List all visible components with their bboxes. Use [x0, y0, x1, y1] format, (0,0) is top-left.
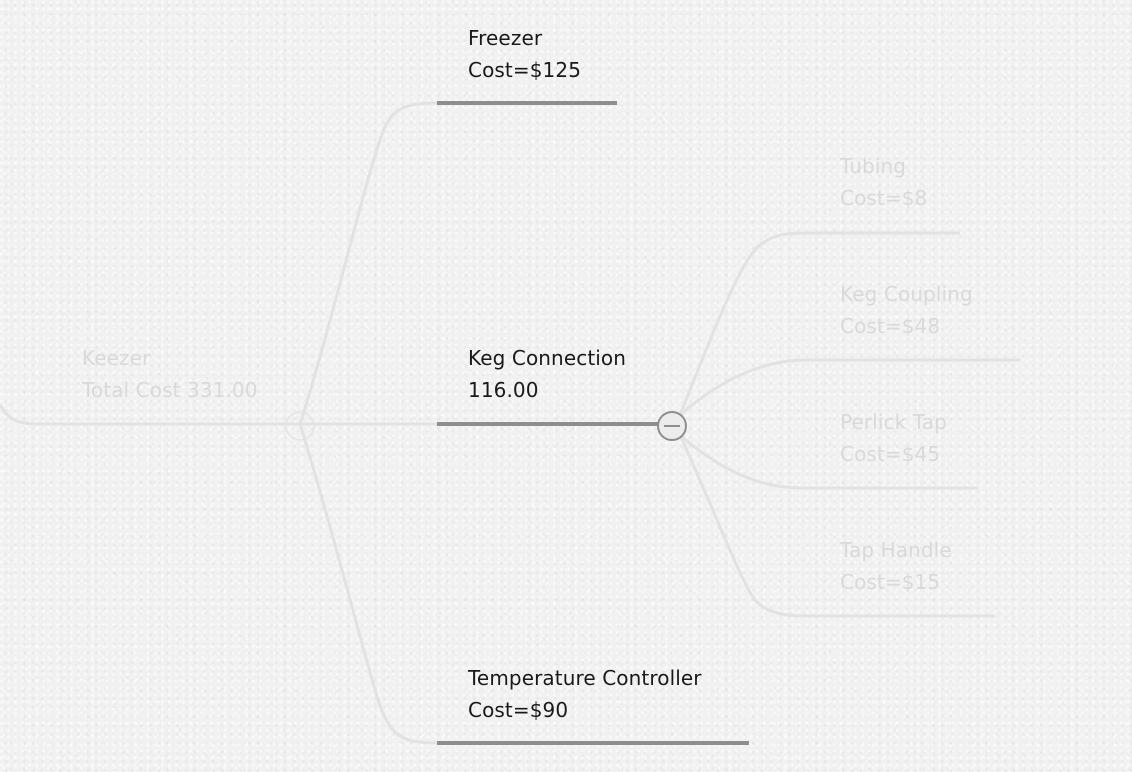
node-title: Temperature Controller: [468, 666, 702, 690]
node-title: Perlick Tap: [840, 410, 947, 434]
node-value: Total Cost 331.00: [82, 378, 258, 402]
node-title: Keg Connection: [468, 346, 627, 370]
node-perlick-tap[interactable]: Perlick Tap Cost=$45: [840, 406, 947, 470]
node-title: Keezer: [82, 346, 151, 370]
node-value: Cost=$15: [840, 570, 941, 594]
node-value: Cost=$48: [840, 314, 941, 338]
node-title: Tubing: [840, 154, 907, 178]
keg-connection-collapse-button[interactable]: [657, 411, 687, 441]
connector-root-freezer: [298, 101, 439, 425]
node-tap-handle[interactable]: Tap Handle Cost=$15: [840, 534, 952, 598]
node-value: Cost=$125: [468, 58, 582, 82]
node-temperature-controller[interactable]: Temperature Controller Cost=$90: [468, 662, 702, 726]
node-title: Tap Handle: [840, 538, 952, 562]
node-value: Cost=$90: [468, 698, 569, 722]
node-tubing[interactable]: Tubing Cost=$8: [840, 150, 927, 214]
node-freezer[interactable]: Freezer Cost=$125: [468, 22, 581, 86]
node-value: Cost=$45: [840, 442, 941, 466]
node-title: Keg Coupling: [840, 282, 973, 306]
node-value: 116.00: [468, 378, 539, 402]
node-root-keezer[interactable]: Keezer Total Cost 331.00: [82, 342, 258, 406]
node-keg-coupling[interactable]: Keg Coupling Cost=$48: [840, 278, 973, 342]
root-underline: [0, 404, 300, 426]
node-value: Cost=$8: [840, 186, 928, 210]
connector-root-temperature-controller: [298, 423, 439, 745]
node-keg-connection[interactable]: Keg Connection 116.00: [468, 342, 626, 406]
node-title: Freezer: [468, 26, 543, 50]
